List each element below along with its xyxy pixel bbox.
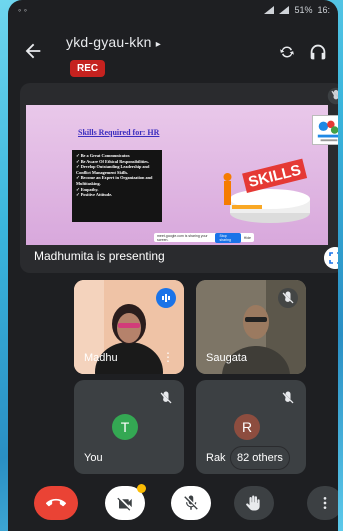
camera-alert-badge — [137, 484, 146, 493]
camera-toggle-button[interactable] — [105, 484, 146, 520]
raise-hand-button[interactable] — [234, 486, 274, 520]
phone-hangup-icon — [46, 498, 66, 507]
slide-bullet: ✓ Develop Outstanding Leadership and Con… — [76, 164, 150, 175]
avatar: R — [234, 414, 260, 440]
slide-bullet: ✓ Positive Attitude. — [76, 192, 113, 198]
fullscreen-icon[interactable] — [324, 247, 338, 269]
shared-slide: Skills Required for: HR ✓ Be a Great Com… — [26, 105, 328, 245]
mic-off-icon — [278, 388, 298, 408]
tile-more-icon[interactable]: ⋮ — [162, 350, 174, 364]
slide-bullet: ✓ Become an Expert in Organization and M… — [76, 175, 153, 186]
mic-off-icon — [156, 388, 176, 408]
share-text: meet.google.com is sharing your screen. — [157, 233, 208, 242]
participant-tile[interactable]: Madhu ⋮ — [74, 280, 184, 374]
more-vert-icon — [323, 497, 327, 509]
participant-name: Saugata — [206, 352, 247, 364]
call-controls — [8, 478, 338, 531]
presenting-label: Madhumita is presenting — [34, 249, 165, 263]
hand-icon — [246, 495, 260, 511]
status-left: ◦ ◦ — [18, 5, 27, 15]
meet-screen: ◦ ◦ 51% 16: ykd-gyau-kkn ▸ REC Skills Re… — [8, 0, 338, 531]
mic-off-icon — [184, 495, 198, 510]
skills-illustration: SKILLS — [223, 158, 310, 223]
hide-chip: Hide — [243, 235, 251, 240]
recording-badge: REC — [70, 60, 106, 77]
presentation-tile[interactable]: Skills Required for: HR ✓ Be a Great Com… — [20, 83, 338, 273]
more-options-button[interactable] — [307, 486, 338, 520]
meeting-title[interactable]: ykd-gyau-kkn ▸ — [66, 34, 161, 50]
stop-sharing-chip: Stop sharing — [215, 232, 241, 243]
participant-name: You — [84, 452, 103, 464]
slide-heading: Skills Required for: HR — [78, 128, 160, 137]
participant-tile[interactable]: T You — [74, 380, 184, 474]
chevron-right-icon: ▸ — [155, 39, 161, 50]
video-off-icon — [117, 497, 132, 511]
share-notification-bar: meet.google.com is sharing your screen. … — [154, 232, 254, 243]
speaking-indicator-icon — [156, 288, 176, 308]
end-call-button[interactable] — [34, 486, 78, 520]
switch-camera-icon[interactable] — [276, 41, 298, 63]
company-logo — [312, 115, 338, 145]
battery-text: 51% — [294, 5, 313, 15]
participant-name: Rak — [206, 452, 226, 464]
call-header: ykd-gyau-kkn ▸ REC — [8, 20, 338, 82]
back-arrow-icon[interactable] — [22, 40, 44, 62]
mic-off-icon — [278, 288, 298, 308]
others-count-chip[interactable]: 82 others — [230, 446, 290, 470]
mic-off-icon — [327, 87, 338, 105]
status-bar: ◦ ◦ 51% 16: — [8, 0, 338, 20]
slide-bullets: ✓ Be a Great Communicator. ✓ Be Aware Of… — [72, 150, 162, 222]
wifi-icon — [279, 6, 290, 14]
signal-icon — [264, 6, 275, 14]
status-icons: 51% 16: — [264, 5, 330, 15]
participant-name: Madhu — [84, 352, 118, 364]
mic-toggle-button[interactable] — [171, 486, 211, 520]
participant-tile[interactable]: Saugata — [196, 280, 306, 374]
avatar: T — [112, 414, 138, 440]
headphones-icon[interactable] — [307, 41, 329, 63]
meeting-code: ykd-gyau-kkn — [66, 34, 152, 50]
time-text: 16: — [317, 5, 330, 15]
